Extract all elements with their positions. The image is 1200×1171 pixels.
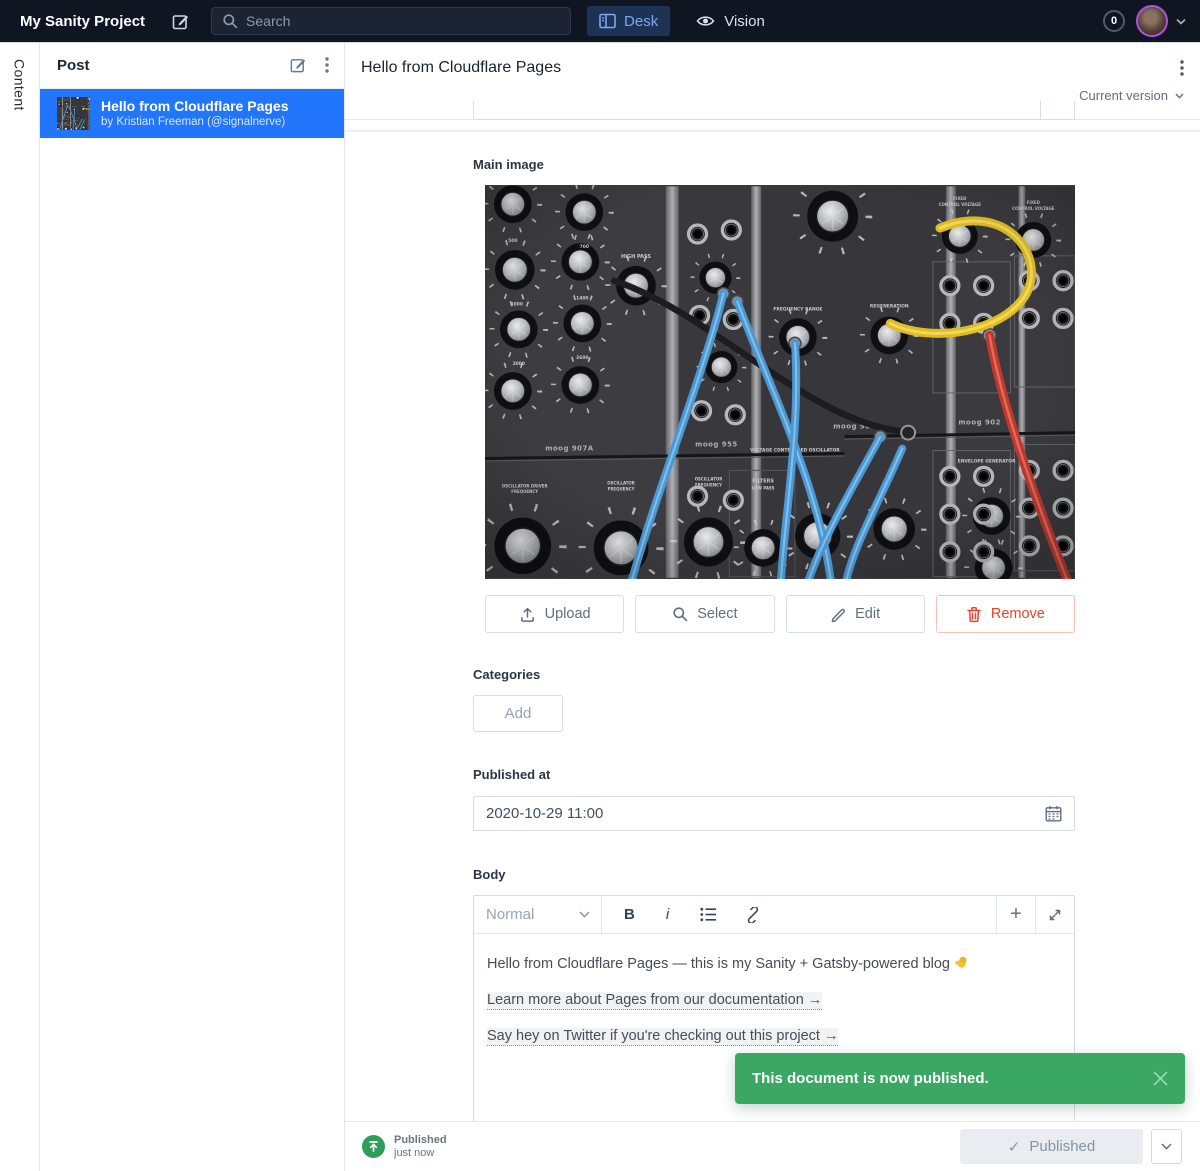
document-form: Main image xyxy=(345,120,1200,1121)
eye-icon xyxy=(696,13,715,29)
toast-message: This document is now published. xyxy=(752,1070,1153,1087)
post-list-pane: Post Hello from Cloudflare Pages by Kris… xyxy=(40,42,345,1171)
edit-button-label: Edit xyxy=(855,606,880,622)
calendar-icon[interactable] xyxy=(1045,805,1062,822)
kebab-icon xyxy=(325,57,329,73)
check-icon: ✓ xyxy=(1008,1138,1021,1156)
upload-icon xyxy=(519,606,536,623)
list-item-thumbnail xyxy=(57,97,90,130)
document-pane: Hello from Cloudflare Pages Current vers… xyxy=(345,42,1200,1171)
expand-icon xyxy=(1048,908,1062,922)
image-actions: Upload Select Edit Remove xyxy=(485,595,1075,633)
project-title: My Sanity Project xyxy=(20,13,145,30)
select-button[interactable]: Select xyxy=(635,595,774,633)
clipped-text-field[interactable] xyxy=(473,101,1075,120)
trash-icon xyxy=(966,606,982,623)
doc-link[interactable]: Learn more about Pages from our document… xyxy=(487,992,822,1010)
upload-button-label: Upload xyxy=(545,606,591,622)
chevron-down-icon[interactable] xyxy=(1176,18,1186,25)
link-icon xyxy=(745,907,761,923)
publish-button[interactable]: ✓ Published xyxy=(960,1129,1143,1164)
document-menu-button[interactable] xyxy=(1180,60,1184,76)
search-box[interactable] xyxy=(211,7,571,35)
list-item-subtitle: by Kristian Freeman (@signalnerve) xyxy=(101,115,288,130)
select-button-label: Select xyxy=(697,606,737,622)
document-footer: Published just now ✓ Published xyxy=(345,1121,1200,1171)
link-button[interactable] xyxy=(745,907,761,923)
body-link-line: Say hey on Twitter if you're checking ou… xyxy=(487,1026,1061,1046)
main-image-label: Main image xyxy=(473,157,1075,172)
body-link-line: Learn more about Pages from our document… xyxy=(487,990,1061,1010)
content-rail[interactable]: Content xyxy=(0,42,40,1171)
content-rail-label: Content xyxy=(12,59,28,1171)
publish-status-icon xyxy=(362,1135,385,1158)
bold-button[interactable]: B xyxy=(624,906,635,923)
upload-button[interactable]: Upload xyxy=(485,595,624,633)
pencil-icon xyxy=(830,606,846,622)
remove-button[interactable]: Remove xyxy=(936,595,1075,633)
main-image-photo: 500 700 1000 1400 2000 2600 HIGH PASS FR… xyxy=(485,185,1075,579)
body-paragraph-text: Hello from Cloudflare Pages — this is my… xyxy=(487,956,950,972)
insert-button[interactable]: + xyxy=(996,896,1035,933)
remove-button-label: Remove xyxy=(991,606,1045,622)
app-navbar: My Sanity Project Desk Vision 0 xyxy=(0,0,1200,42)
published-at-input[interactable] xyxy=(486,805,1045,822)
add-category-label: Add xyxy=(505,705,532,722)
compose-button[interactable] xyxy=(171,12,190,31)
notification-badge[interactable]: 0 xyxy=(1103,10,1125,32)
published-at-field xyxy=(473,796,1075,831)
publish-menu-button[interactable] xyxy=(1151,1129,1182,1164)
twitter-link[interactable]: Say hey on Twitter if you're checking ou… xyxy=(487,1028,838,1046)
desk-icon xyxy=(599,13,616,29)
tab-desk[interactable]: Desk xyxy=(587,6,670,36)
new-document-button[interactable] xyxy=(289,56,307,74)
document-header: Hello from Cloudflare Pages Current vers… xyxy=(345,42,1200,120)
version-label: Current version xyxy=(1079,88,1168,103)
publish-arrow-icon xyxy=(367,1140,380,1153)
editor-toolbar: Normal B i xyxy=(474,896,1074,934)
publish-status-text: Published just now xyxy=(394,1134,447,1159)
body-paragraph: Hello from Cloudflare Pages — this is my… xyxy=(487,954,1061,974)
italic-button[interactable]: i xyxy=(663,906,672,923)
add-category-button[interactable]: Add xyxy=(473,695,563,732)
list-item-post[interactable]: Hello from Cloudflare Pages by Kristian … xyxy=(40,89,344,138)
avatar[interactable] xyxy=(1136,5,1168,37)
chevron-down-icon xyxy=(579,911,590,918)
categories-label: Categories xyxy=(473,667,1075,682)
publish-button-label: Published xyxy=(1029,1138,1095,1155)
tab-desk-label: Desk xyxy=(624,13,658,30)
version-selector[interactable]: Current version xyxy=(345,77,1200,103)
search-icon xyxy=(672,606,688,622)
search-icon xyxy=(222,13,238,29)
style-select[interactable]: Normal xyxy=(474,896,602,933)
chevron-down-icon xyxy=(1161,1143,1172,1150)
document-title: Hello from Cloudflare Pages xyxy=(361,59,1180,77)
post-list-header: Post xyxy=(40,42,344,89)
style-select-value: Normal xyxy=(486,906,534,923)
bullet-list-icon xyxy=(700,907,717,922)
list-item-text: Hello from Cloudflare Pages by Kristian … xyxy=(101,98,288,130)
editor-content[interactable]: Hello from Cloudflare Pages — this is my… xyxy=(474,934,1074,1066)
compose-icon xyxy=(171,12,190,31)
fullscreen-button[interactable] xyxy=(1035,896,1074,933)
close-icon xyxy=(1153,1071,1168,1086)
publish-toast: This document is now published. xyxy=(735,1053,1185,1104)
tab-vision-label: Vision xyxy=(724,13,765,30)
publish-status: Published xyxy=(394,1134,447,1146)
list-menu-button[interactable] xyxy=(325,57,329,73)
chevron-down-icon xyxy=(1175,93,1184,99)
list-pane-title: Post xyxy=(57,57,289,74)
tab-vision[interactable]: Vision xyxy=(696,13,765,30)
published-at-label: Published at xyxy=(473,767,1075,782)
list-item-title: Hello from Cloudflare Pages xyxy=(101,98,288,115)
kebab-icon xyxy=(1180,60,1184,76)
main-image-preview[interactable]: 500 700 1000 1400 2000 2600 HIGH PASS FR… xyxy=(485,185,1075,579)
edit-button[interactable]: Edit xyxy=(786,595,925,633)
toast-close-button[interactable] xyxy=(1153,1071,1168,1086)
publish-time: just now xyxy=(394,1147,447,1159)
body-label: Body xyxy=(473,867,1075,882)
search-input[interactable] xyxy=(246,13,560,29)
wave-emoji xyxy=(953,954,970,971)
bullet-list-button[interactable] xyxy=(700,907,717,922)
